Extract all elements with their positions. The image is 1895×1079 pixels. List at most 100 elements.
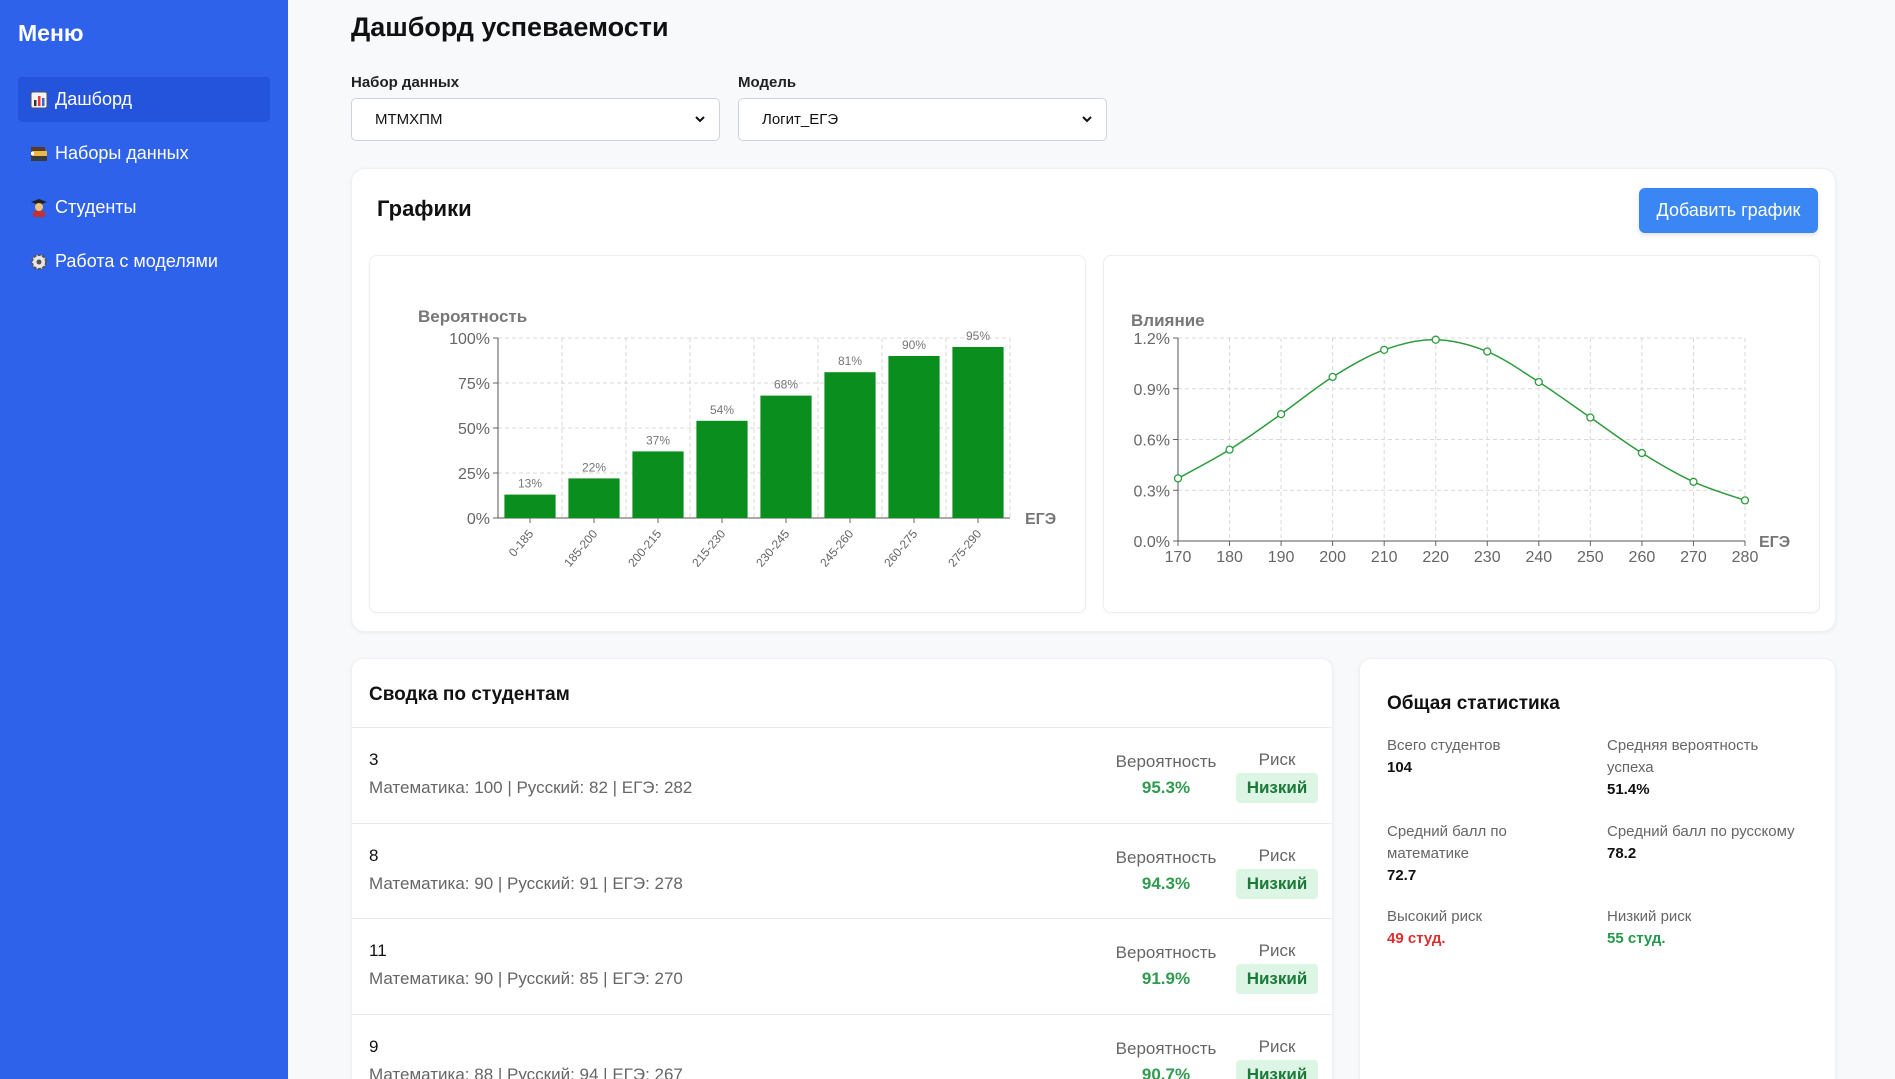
data-point	[1173, 474, 1183, 483]
stat-label: Низкий риск	[1607, 908, 1692, 925]
probability-value: 91.9%	[1141, 969, 1191, 988]
data-point	[1328, 372, 1337, 382]
stat-label: Средняя вероятность успеха	[1607, 737, 1759, 776]
stats-card: Общая статистика Всего студентов 104 Сре…	[1359, 658, 1836, 1079]
x-tick-label: 245-260	[817, 527, 856, 570]
risk-label: Риск	[1258, 941, 1296, 960]
bar-chart-svg: 0% 25% 50% 75% 100% 13% 0-185 22% 185-200 37% 200-…	[418, 307, 1056, 570]
main-content: Дашборд успеваемости Набор данных МТМХПМ…	[288, 0, 1895, 1079]
stat-value: 55 студ.	[1607, 930, 1666, 947]
data-point	[1637, 448, 1647, 458]
sidebar: Меню Дашборд Наборы данных Студенты Рабо…	[0, 0, 288, 1079]
data-point	[1689, 477, 1698, 486]
x-axis-label: ЕГЭ	[1759, 534, 1790, 551]
x-tick-label: 170	[1165, 549, 1192, 566]
student-id: 3	[369, 750, 379, 769]
stat-avg-prob: Средняя вероятность успеха 51.4%	[1607, 735, 1807, 801]
probability-value: 94.3%	[1141, 873, 1191, 893]
risk-label: Риск	[1258, 845, 1296, 865]
risk-badge: Низкий	[1236, 1059, 1318, 1079]
bar	[568, 478, 620, 518]
books-icon	[29, 144, 49, 164]
data-label: 68%	[774, 378, 798, 392]
data-point	[1534, 377, 1543, 387]
stat-label: Высокий риск	[1387, 908, 1483, 925]
probability-label: Вероятность	[1115, 752, 1217, 771]
student-id: 9	[369, 1036, 379, 1056]
y-tick-label: 0.3%	[1134, 483, 1170, 500]
stat-low-risk: Низкий риск 55 студ.	[1607, 906, 1817, 950]
stat-value: 78.2	[1607, 845, 1637, 862]
student-icon	[29, 198, 49, 218]
data-label: 37%	[646, 433, 670, 447]
stat-avg-math: Средний балл по математике 72.7	[1387, 821, 1537, 887]
probability-chart: 0% 25% 50% 75% 100% 13% 0-185 22% 185-200 37% 200-…	[369, 255, 1086, 613]
stat-value: 51.4%	[1607, 781, 1650, 798]
line-chart-svg: 170 180 190 200 210 220 230 240 250 260 270 280 0.0%…	[1131, 311, 1790, 566]
students-summary-title: Сводка по студентам	[369, 684, 570, 705]
student-scores: Математика: 100 | Русский: 82 | ЕГЭ: 282	[369, 778, 693, 797]
data-label: 22%	[582, 460, 606, 474]
x-tick-label: 180	[1216, 549, 1243, 566]
sidebar-item-models[interactable]: Работа с моделями	[18, 239, 270, 284]
stat-value: 49 студ.	[1387, 930, 1446, 947]
data-point	[1431, 335, 1440, 344]
probability-value: 95.3%	[1141, 778, 1191, 797]
sidebar-item-label: Работа с моделями	[55, 251, 218, 271]
chevron-down-icon	[1082, 116, 1092, 123]
sidebar-item-students[interactable]: Студенты	[18, 185, 270, 230]
page-title: Дашборд успеваемости	[351, 12, 669, 42]
bar-chart-icon	[29, 90, 49, 110]
influence-chart: 170 180 190 200 210 220 230 240 250 260 270 280 0.0%…	[1103, 255, 1820, 613]
data-point	[1483, 347, 1492, 356]
data-point	[1225, 445, 1234, 454]
student-scores: Математика: 90 | Русский: 91 | ЕГЭ: 278	[369, 873, 683, 893]
bar	[504, 494, 556, 518]
bar	[952, 347, 1004, 518]
x-tick-label: 185-200	[561, 527, 600, 570]
student-row[interactable]: 9 Математика: 88 | Русский: 94 | ЕГЭ: 267…	[352, 1013, 1332, 1079]
data-point	[1276, 409, 1286, 419]
students-summary-card: Сводка по студентам 3 Математика: 100 | Р…	[351, 658, 1333, 1079]
probability-label: Вероятность	[1115, 1038, 1217, 1058]
data-point	[1380, 345, 1389, 354]
x-tick-label: 260-275	[881, 527, 920, 570]
x-tick-label: 240	[1525, 549, 1552, 566]
y-tick-label: 75%	[458, 376, 490, 393]
probability-label: Вероятность	[1115, 847, 1217, 867]
stat-high-risk: Высокий риск 49 студ.	[1387, 906, 1597, 950]
risk-badge: Низкий	[1236, 868, 1318, 899]
data-label: 95%	[966, 329, 990, 343]
x-tick-label: 280	[1732, 549, 1759, 566]
data-point	[1740, 496, 1750, 505]
stat-value: 104	[1387, 759, 1413, 776]
risk-badge: Низкий	[1236, 773, 1318, 803]
chevron-down-icon	[695, 116, 705, 123]
student-scores: Математика: 90 | Русский: 85 | ЕГЭ: 270	[369, 969, 683, 988]
model-select[interactable]: Логит_ЕГЭ	[738, 98, 1107, 141]
risk-badge: Низкий	[1236, 964, 1318, 994]
student-row[interactable]: 3 Математика: 100 | Русский: 82 | ЕГЭ: 28…	[352, 727, 1332, 822]
risk-label: Риск	[1258, 1036, 1296, 1056]
y-tick-label: 0.6%	[1134, 433, 1170, 450]
stat-total: Всего студентов 104	[1387, 735, 1597, 779]
data-label: 54%	[710, 403, 734, 417]
student-row[interactable]: 8 Математика: 90 | Русский: 91 | ЕГЭ: 278…	[352, 822, 1332, 918]
stat-label: Средний балл по математике	[1387, 823, 1507, 862]
bar	[696, 420, 748, 518]
data-label: 81%	[838, 354, 862, 368]
sidebar-item-datasets[interactable]: Наборы данных	[18, 131, 270, 176]
add-chart-button[interactable]: Добавить график	[1639, 188, 1818, 233]
x-tick-label: 220	[1422, 549, 1449, 566]
dataset-select[interactable]: МТМХПМ	[351, 98, 720, 141]
sidebar-item-label: Студенты	[55, 197, 137, 217]
y-tick-label: 0.0%	[1134, 534, 1170, 551]
stats-title: Общая статистика	[1387, 693, 1560, 714]
x-tick-label: 210	[1371, 549, 1398, 566]
bar	[824, 372, 876, 518]
dataset-select-value: МТМХПМ	[375, 111, 443, 128]
student-row[interactable]: 11 Математика: 90 | Русский: 85 | ЕГЭ: 27…	[352, 918, 1332, 1013]
gear-icon	[29, 252, 49, 272]
sidebar-item-dashboard[interactable]: Дашборд	[18, 77, 270, 122]
data-label: 90%	[902, 338, 926, 352]
